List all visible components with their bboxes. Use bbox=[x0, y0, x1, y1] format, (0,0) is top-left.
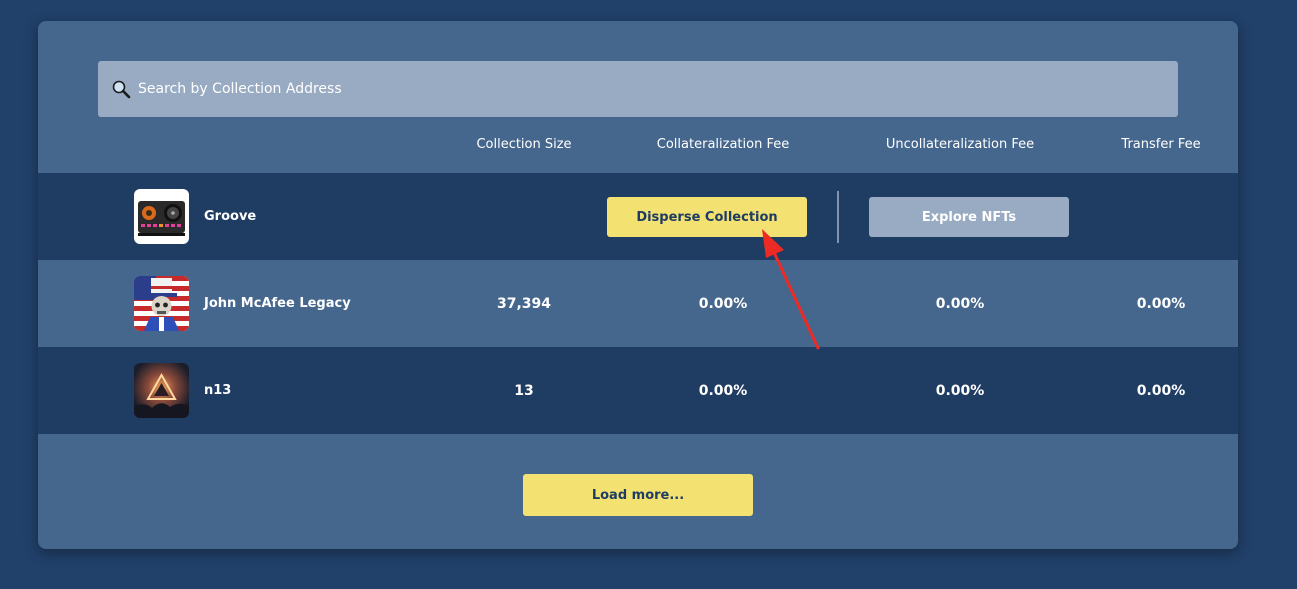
uncollateralization-fee-value: 0.00% bbox=[935, 382, 985, 399]
table-row: John McAfee Legacy 37,394 0.00% 0.00% 0.… bbox=[38, 260, 1238, 347]
table-row: Groove Disperse Collection Explore NFTs bbox=[38, 173, 1238, 260]
explore-nfts-button[interactable]: Explore NFTs bbox=[869, 197, 1069, 237]
column-header-uncollateralization-fee: Uncollateralization Fee bbox=[885, 137, 1035, 152]
collateralization-fee-value: 0.00% bbox=[698, 295, 748, 312]
collection-name: John McAfee Legacy bbox=[204, 296, 351, 311]
collection-size-value: 37,394 bbox=[496, 295, 552, 312]
dj-turntable-icon bbox=[134, 189, 189, 244]
transfer-fee-value: 0.00% bbox=[1136, 295, 1186, 312]
load-more-button[interactable]: Load more... bbox=[523, 474, 753, 516]
collection-avatar[interactable] bbox=[134, 276, 189, 331]
collateralization-fee-value: 0.00% bbox=[698, 382, 748, 399]
collection-size-value: 13 bbox=[514, 382, 534, 399]
table-row: n13 13 0.00% 0.00% 0.00% bbox=[38, 347, 1238, 434]
collection-name: Groove bbox=[204, 209, 257, 224]
disperse-collection-button[interactable]: Disperse Collection bbox=[607, 197, 807, 237]
fiery-pyramid-icon bbox=[134, 363, 189, 418]
column-header-transfer-fee: Transfer Fee bbox=[1121, 137, 1201, 152]
collection-avatar[interactable] bbox=[134, 189, 189, 244]
search-input[interactable] bbox=[136, 73, 1140, 105]
collection-avatar[interactable] bbox=[134, 363, 189, 418]
collection-name: n13 bbox=[204, 383, 232, 398]
search-icon bbox=[110, 78, 132, 100]
column-header-collection-size: Collection Size bbox=[476, 137, 572, 152]
collections-panel: Collection Size Collateralization Fee Un… bbox=[38, 21, 1238, 549]
uncle-sam-skeleton-icon bbox=[134, 276, 189, 331]
transfer-fee-value: 0.00% bbox=[1136, 382, 1186, 399]
action-divider bbox=[837, 191, 839, 243]
uncollateralization-fee-value: 0.00% bbox=[935, 295, 985, 312]
search-bar[interactable] bbox=[98, 61, 1178, 117]
column-header-collateralization-fee: Collateralization Fee bbox=[656, 137, 790, 152]
